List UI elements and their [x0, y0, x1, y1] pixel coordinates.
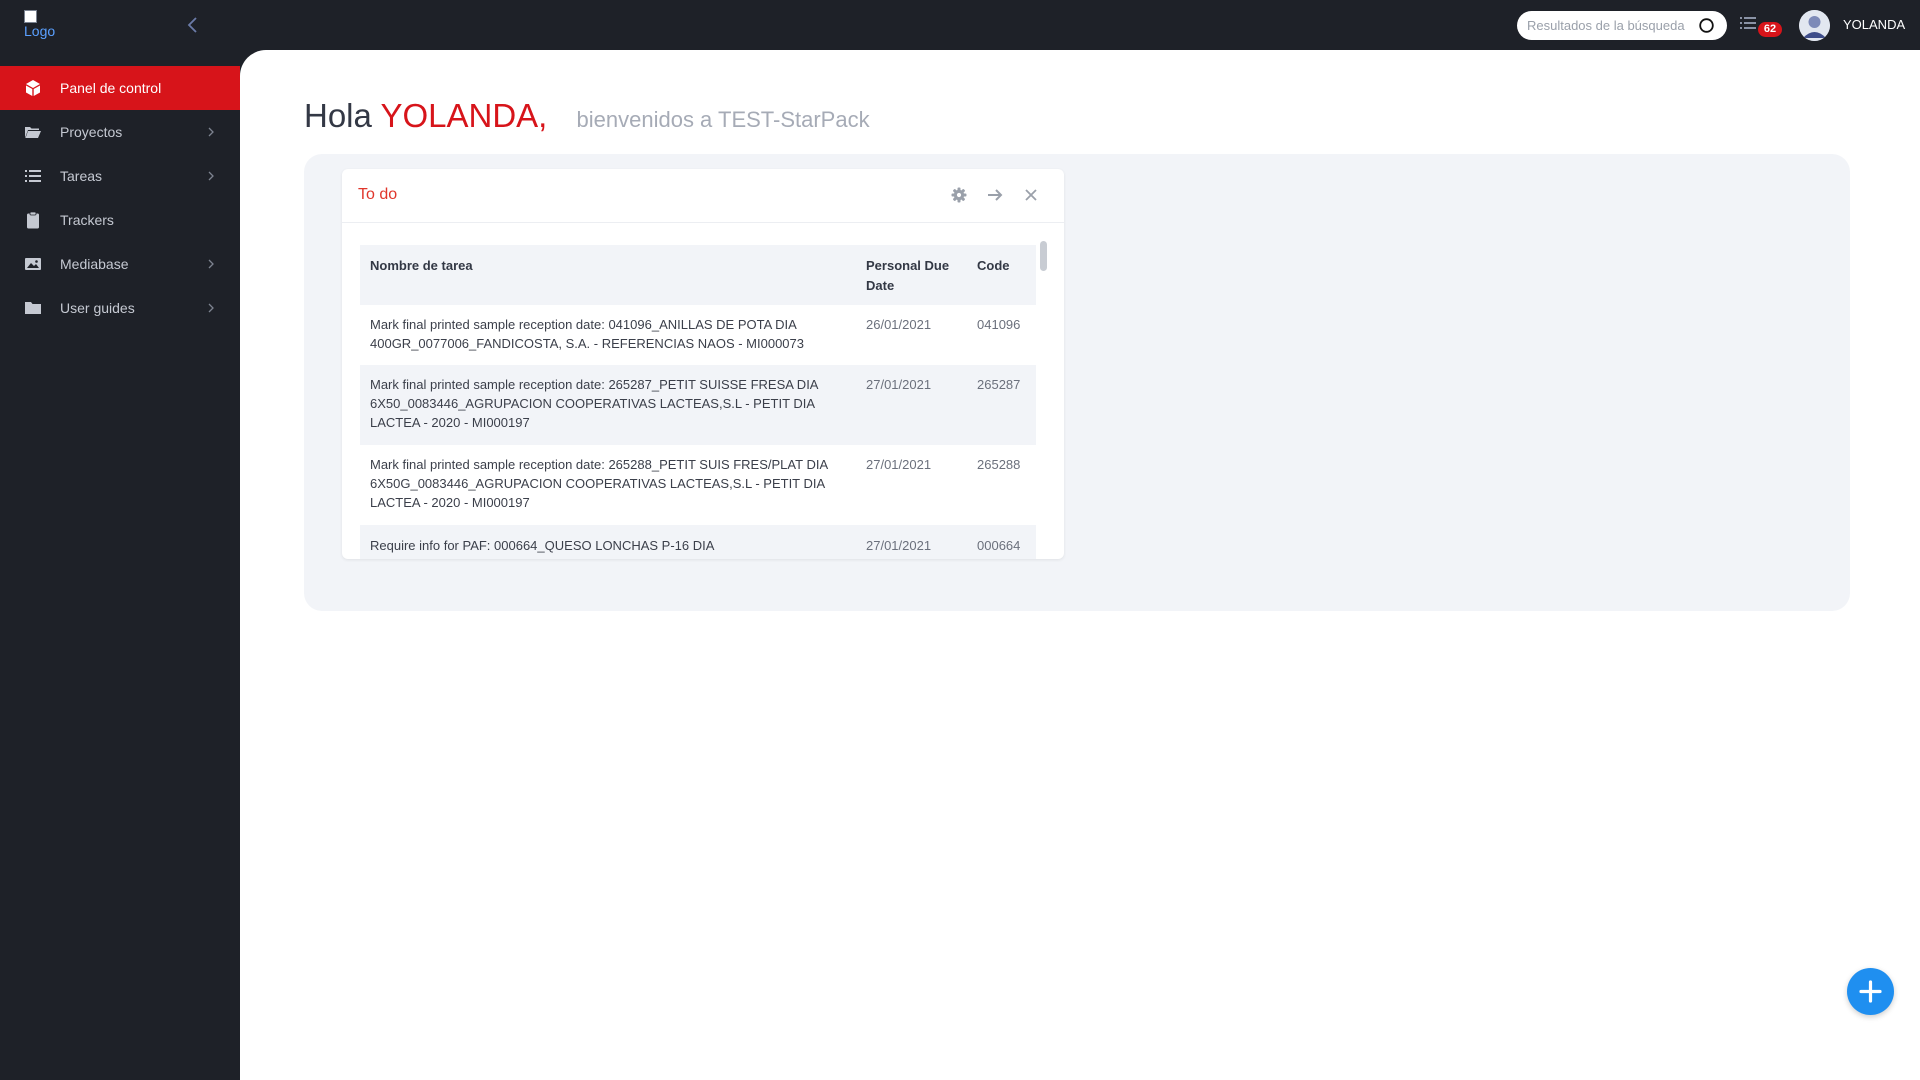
sidebar-item-trackers[interactable]: Trackers — [0, 198, 240, 242]
task-name[interactable]: Require info for PAF: 000664_QUESO LONCH… — [370, 536, 850, 555]
chevron-right-icon — [208, 127, 214, 137]
scrollbar-thumb[interactable] — [1040, 241, 1047, 271]
chevron-left-icon — [187, 17, 197, 33]
cube-icon — [26, 80, 40, 96]
widget-title: To do — [358, 186, 398, 203]
sidebar-item-label: Trackers — [60, 212, 114, 228]
clipboard-icon — [27, 211, 39, 229]
chevron-right-icon — [208, 259, 214, 269]
table-scrollbar[interactable] — [1040, 241, 1048, 559]
sidebar-item-label: User guides — [60, 300, 135, 316]
logo-alt-text: Logo — [24, 23, 56, 39]
sidebar-item-proyectos[interactable]: Proyectos — [0, 110, 240, 154]
todo-widget: To do Nombre de tarea Personal Due Date … — [342, 169, 1064, 559]
chevron-right-icon — [208, 303, 214, 313]
task-code: 265288 — [977, 457, 1021, 472]
table-row[interactable]: Mark final printed sample reception date… — [360, 365, 1036, 445]
collapse-sidebar-button[interactable] — [182, 14, 204, 36]
sidebar-item-label: Proyectos — [60, 124, 123, 140]
tasks-notification-button[interactable]: 62 — [1740, 14, 1782, 40]
column-header-due-date[interactable]: Personal Due Date — [866, 256, 966, 296]
search-box[interactable] — [1517, 11, 1727, 40]
chevron-right-icon — [208, 171, 214, 181]
dashboard-panel: To do Nombre de tarea Personal Due Date … — [304, 154, 1850, 611]
search-input[interactable] — [1527, 16, 1695, 35]
avatar[interactable] — [1799, 10, 1830, 41]
tasks-count-badge: 62 — [1758, 22, 1782, 37]
list-icon — [1740, 17, 1756, 29]
sidebar-item-panel-de-control[interactable]: Panel de control — [0, 66, 240, 110]
table-row[interactable]: Mark final printed sample reception date… — [360, 305, 1036, 365]
due-date: 27/01/2021 — [866, 457, 932, 472]
top-bar: Logo 62 YOLANDA — [0, 0, 1920, 50]
sidebar-item-label: Mediabase — [60, 256, 129, 272]
widget-header: To do — [342, 169, 1064, 223]
table-header: Nombre de tarea Personal Due Date Code — [360, 245, 1036, 305]
due-date: 27/01/2021 — [866, 377, 932, 392]
due-date: 27/01/2021 — [866, 538, 932, 553]
task-code: 265287 — [977, 377, 1021, 392]
table-row[interactable]: Mark final printed sample reception date… — [360, 445, 1036, 525]
page-title: Hola YOLANDA, bienvenidos a TEST-StarPac… — [304, 97, 870, 135]
task-code: 041096 — [977, 317, 1021, 332]
task-code: 000664 — [977, 538, 1021, 553]
list-icon — [25, 170, 41, 182]
main-content: Hola YOLANDA, bienvenidos a TEST-StarPac… — [240, 50, 1920, 1080]
greeting-name: YOLANDA, — [380, 97, 548, 134]
image-icon — [25, 258, 41, 270]
sidebar-item-tareas[interactable]: Tareas — [0, 154, 240, 198]
close-icon[interactable] — [1022, 186, 1040, 204]
greeting-welcome: bienvenidos a TEST-StarPack — [576, 107, 870, 132]
sidebar-item-label: Tareas — [60, 168, 103, 184]
column-header-task[interactable]: Nombre de tarea — [370, 256, 850, 276]
task-name[interactable]: Mark final printed sample reception date… — [370, 455, 850, 512]
todo-table: Nombre de tarea Personal Due Date Code M… — [360, 245, 1036, 559]
task-name[interactable]: Mark final printed sample reception date… — [370, 375, 850, 432]
gear-icon[interactable] — [950, 186, 968, 204]
task-name[interactable]: Mark final printed sample reception date… — [370, 315, 850, 353]
table-row[interactable]: Require info for PAF: 000664_QUESO LONCH… — [360, 525, 1036, 559]
sidebar-item-mediabase[interactable]: Mediabase — [0, 242, 240, 286]
broken-image-icon — [24, 10, 37, 23]
due-date: 26/01/2021 — [866, 317, 932, 332]
sidebar: Panel de control Proyectos Tareas Tracke… — [0, 50, 240, 1080]
user-name[interactable]: YOLANDA — [1843, 17, 1905, 32]
folder-icon — [25, 302, 41, 314]
user-avatar-icon — [1799, 10, 1830, 41]
column-header-code[interactable]: Code — [977, 256, 1032, 276]
sidebar-item-user-guides[interactable]: User guides — [0, 286, 240, 330]
add-button[interactable] — [1847, 968, 1894, 1015]
logo[interactable]: Logo — [24, 10, 64, 44]
sidebar-item-label: Panel de control — [60, 80, 162, 96]
search-icon[interactable] — [1698, 17, 1715, 34]
plus-icon — [1859, 980, 1882, 1003]
arrow-right-icon[interactable] — [986, 186, 1004, 204]
folder-open-icon — [25, 127, 41, 138]
greeting-hello: Hola — [304, 97, 372, 134]
